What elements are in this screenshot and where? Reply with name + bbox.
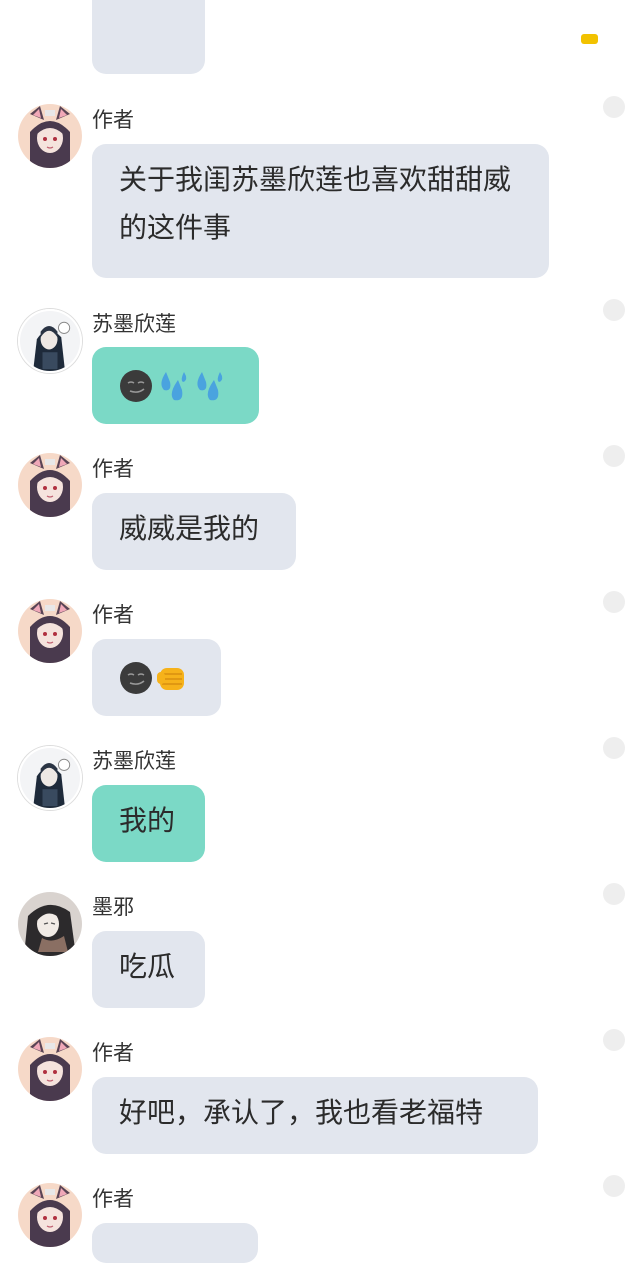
sender-name: 作者: [92, 108, 134, 132]
author-avatar[interactable]: [18, 104, 82, 168]
sender-name: 苏墨欣莲: [92, 749, 176, 773]
author-avatar[interactable]: [18, 453, 82, 517]
sweat-droplets-icon: [197, 372, 223, 401]
sender-name: 苏墨欣莲: [92, 312, 176, 336]
sumo-avatar[interactable]: [18, 746, 82, 810]
message-bubble[interactable]: 关于我闺苏墨欣莲也喜欢甜甜威的这件事: [92, 144, 549, 278]
sender-name: 作者: [92, 457, 134, 481]
select-circle[interactable]: [603, 591, 625, 613]
message-text: 好吧，承认了，我也看老福特: [119, 1096, 484, 1129]
author-avatar[interactable]: [18, 1183, 82, 1247]
message-bubble[interactable]: 吃瓜: [92, 931, 205, 1008]
select-circle[interactable]: [603, 1175, 625, 1197]
status-indicator: [581, 34, 598, 44]
message-bubble[interactable]: [92, 1223, 258, 1263]
select-circle[interactable]: [603, 1029, 625, 1051]
author-avatar[interactable]: [18, 1037, 82, 1101]
select-circle[interactable]: [603, 96, 625, 118]
message-bubble[interactable]: 我的: [92, 785, 205, 862]
fist-bump-icon: [157, 668, 184, 690]
sender-name: 作者: [92, 1187, 134, 1211]
message-text: 我的: [119, 804, 176, 837]
sender-name: 作者: [92, 603, 134, 627]
message-bubble[interactable]: [92, 639, 221, 716]
message-bubble[interactable]: 好吧，承认了，我也看老福特: [92, 1077, 538, 1154]
select-circle[interactable]: [603, 299, 625, 321]
select-circle[interactable]: [603, 883, 625, 905]
author-avatar[interactable]: [18, 599, 82, 663]
select-circle[interactable]: [603, 445, 625, 467]
previous-message-bubble[interactable]: [92, 0, 205, 74]
message-bubble[interactable]: [92, 347, 259, 424]
select-circle[interactable]: [603, 737, 625, 759]
message-text: 关于我闺苏墨欣莲也喜欢甜甜威的这件事: [119, 163, 512, 244]
message-text: 吃瓜: [119, 950, 176, 983]
sumo-avatar[interactable]: [18, 309, 82, 373]
message-text: 威威是我的: [119, 512, 260, 545]
sender-name: 作者: [92, 1041, 134, 1065]
sweat-droplets-icon: [161, 372, 187, 401]
message-bubble[interactable]: 威威是我的: [92, 493, 296, 570]
smirk-face-icon: [120, 662, 152, 694]
smirk-face-icon: [120, 370, 152, 402]
moxie-avatar[interactable]: [18, 892, 82, 956]
sender-name: 墨邪: [92, 895, 134, 919]
